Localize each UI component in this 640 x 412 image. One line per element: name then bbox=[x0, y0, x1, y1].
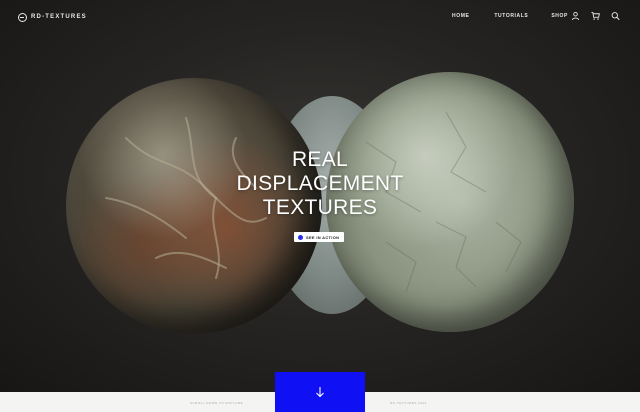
footer-note-right: RD-TEXTURES 2024 bbox=[390, 401, 427, 405]
headline-line-3: TEXTURES bbox=[262, 196, 378, 219]
cart-icon[interactable] bbox=[591, 11, 600, 21]
nav-link-shop[interactable]: SHOP bbox=[551, 13, 568, 19]
brand-logo[interactable]: RD-TEXTURES bbox=[18, 12, 87, 22]
arrow-down-icon bbox=[316, 387, 324, 398]
scroll-down-button[interactable] bbox=[275, 372, 365, 412]
play-dot-icon bbox=[298, 234, 303, 240]
main-nav: HOME TUTORIALS SHOP bbox=[452, 13, 568, 19]
hero-section: RD-TEXTURES HOME TUTORIALS SHOP REAL DIS… bbox=[0, 0, 640, 392]
user-icon[interactable] bbox=[571, 11, 580, 21]
nav-icon-group bbox=[571, 11, 620, 21]
search-icon[interactable] bbox=[611, 11, 620, 21]
footer-note-left: SCROLL DOWN TO EXPLORE bbox=[190, 401, 244, 405]
headline-line-2: DISPLACEMENT bbox=[236, 172, 404, 195]
logo-mark-icon bbox=[18, 12, 27, 22]
cta-label: SEE IN ACTION bbox=[306, 234, 340, 240]
nav-link-home[interactable]: HOME bbox=[452, 13, 469, 19]
brand-name: RD-TEXTURES bbox=[31, 14, 87, 20]
headline-line-1: REAL bbox=[291, 148, 349, 171]
hero-headline: REAL DISPLACEMENT TEXTURES bbox=[170, 148, 470, 220]
see-in-action-button[interactable]: SEE IN ACTION bbox=[294, 232, 345, 242]
nav-link-tutorials[interactable]: TUTORIALS bbox=[494, 13, 528, 19]
